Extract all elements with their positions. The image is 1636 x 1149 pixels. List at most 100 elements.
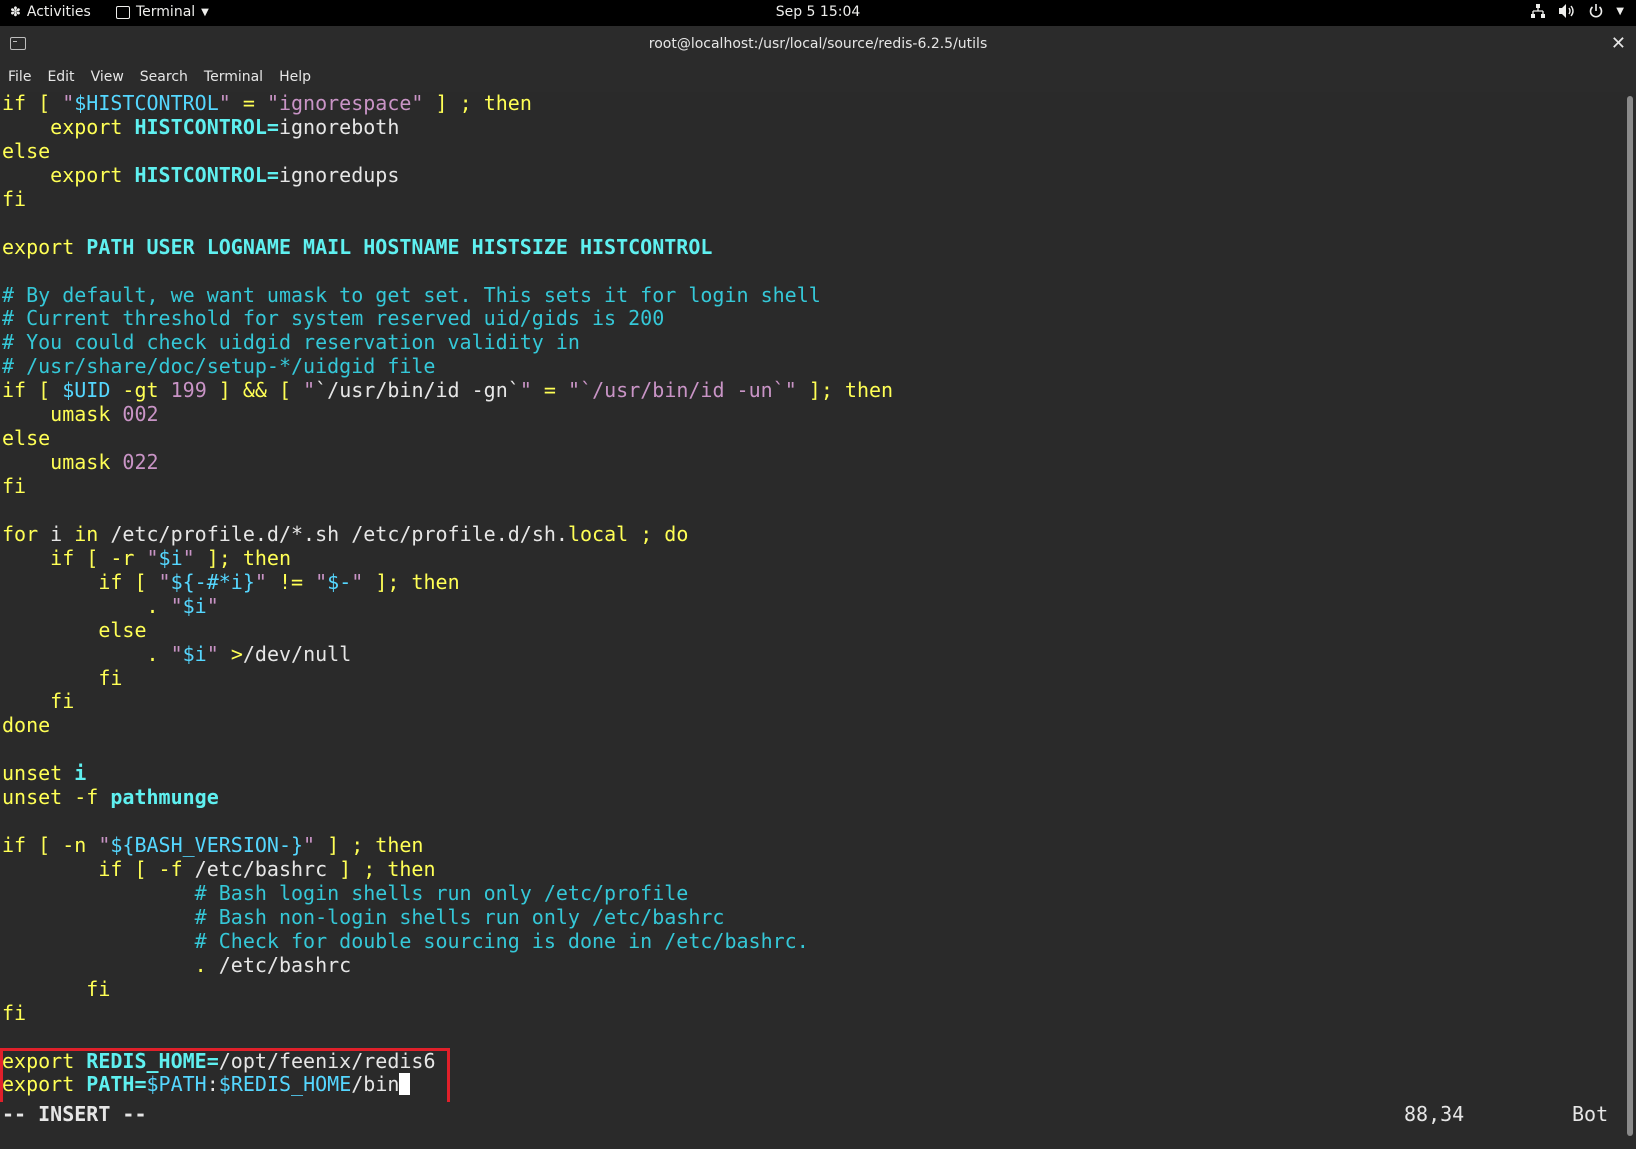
close-icon[interactable]: ✕ [1611,33,1626,54]
code-token: i [50,521,75,546]
code-token: fi [98,665,123,690]
menu-file[interactable]: File [0,69,39,85]
code-token: $i [182,641,207,666]
code-line: export REDIS_HOME=/opt/feenix/redis6 [2,1048,893,1074]
code-token: ]; then [194,545,292,570]
code-line: export HISTCONTROL=ignoredups [2,162,893,188]
code-line: fi [2,689,893,714]
code-line: if [ "$HISTCONTROL" = "ignorespace" ] ; … [2,92,893,116]
code-line: # Bash non-login shells run only /etc/ba… [2,905,893,930]
code-token: $i [158,545,183,570]
code-line: # Current threshold for system reserved … [2,306,893,331]
code-token: else [2,138,51,163]
code-token: " [254,569,267,594]
code-token: HISTCONTROL= [134,162,279,187]
menu-help[interactable]: Help [271,69,319,85]
code-token: export [2,234,87,259]
code-line: if [ $UID -gt 199 ] && [ "`/usr/bin/id -… [2,378,894,403]
code-token: 022 [122,450,159,475]
code-token: ]; then [796,378,894,403]
code-token: ] && [ [206,378,304,403]
code-line: fi [2,187,893,212]
code-line: . "$i" >/dev/null [2,641,893,667]
network-icon [1531,4,1546,18]
code-token: # Check for double sourcing is done in /… [194,928,809,953]
code-token: REDIS_HOME= [86,1048,219,1073]
menu-edit[interactable]: Edit [39,69,82,85]
code-token: # Current threshold for system reserved … [2,306,665,331]
code-token: $i [182,593,207,618]
code-token: export [50,162,135,187]
menu-terminal[interactable]: Terminal [196,69,271,85]
code-token: /dev/null [242,641,352,666]
code-token: "`/usr/bin/id -un`" [567,378,797,403]
code-line: fi [2,665,893,691]
code-token: ] ; then [339,857,436,881]
code-token: : [206,1072,219,1097]
menu-view[interactable]: View [83,69,132,85]
code-line: if [ -n "${BASH_VERSION-}" ] ; then [2,833,893,858]
cursor-position: 88,34 [1404,1102,1465,1126]
volume-icon [1559,4,1574,18]
scrollbar[interactable] [1624,92,1636,1149]
code-token: PATH USER LOGNAME MAIL HOSTNAME HISTSIZE… [86,234,713,259]
menu-bar: File Edit View Search Terminal Help [0,62,1636,92]
vim-buffer[interactable]: if [ "$HISTCONTROL" = "ignorespace" ] ; … [2,92,893,1097]
code-token: " [303,833,316,858]
clock[interactable]: Sep 5 15:04 [0,4,1636,20]
code-token: for [2,521,51,546]
code-token: . [146,593,171,618]
code-line: . /etc/bashrc [2,952,893,978]
code-token: " [315,569,328,594]
code-line: fi [2,1001,893,1026]
system-tray[interactable]: ▼ [1530,3,1624,19]
code-token: umask [50,402,123,427]
code-token: # You could check uidgid reservation val… [2,330,580,355]
scrollbar-thumb[interactable] [1627,96,1633,1136]
code-token: " [182,545,195,570]
code-token: . [146,641,171,666]
terminal-area[interactable]: if [ "$HISTCONTROL" = "ignorespace" ] ; … [0,92,1624,1149]
code-line: # /usr/share/doc/setup-*/uidgid file [2,354,893,379]
code-token: /etc/bashrc [218,952,352,977]
code-token: ignoreboth [278,114,400,139]
code-token: done [2,713,51,738]
code-token: $- [327,569,352,594]
code-token: if [ -r [50,545,147,570]
code-line: unset i [2,761,893,786]
code-token: " [170,641,183,666]
code-token: /opt/feenix/redis6 [218,1048,436,1073]
code-token: PATH= [86,1072,147,1097]
code-token: export [2,1048,87,1073]
code-token: umask [50,450,123,475]
code-token: " [206,593,219,618]
scroll-position: Bot [1572,1102,1609,1126]
window-title-bar[interactable]: root@localhost:/usr/local/source/redis-6… [0,26,1636,63]
code-token: 199 [170,378,207,403]
code-token: . [194,952,219,977]
code-token: `/usr/bin/id -gn` [315,378,520,403]
menu-search[interactable]: Search [132,69,196,85]
code-line: # Check for double sourcing is done in /… [2,928,893,954]
code-line: else [2,426,893,451]
code-line: if [ -r "$i" ]; then [2,545,893,571]
vim-mode: -- INSERT -- [2,1102,147,1126]
code-token: " [351,569,364,594]
code-token: fi [50,689,75,714]
code-token: # /usr/share/doc/setup-*/uidgid file [2,354,436,379]
code-line: # You could check uidgid reservation val… [2,330,893,355]
